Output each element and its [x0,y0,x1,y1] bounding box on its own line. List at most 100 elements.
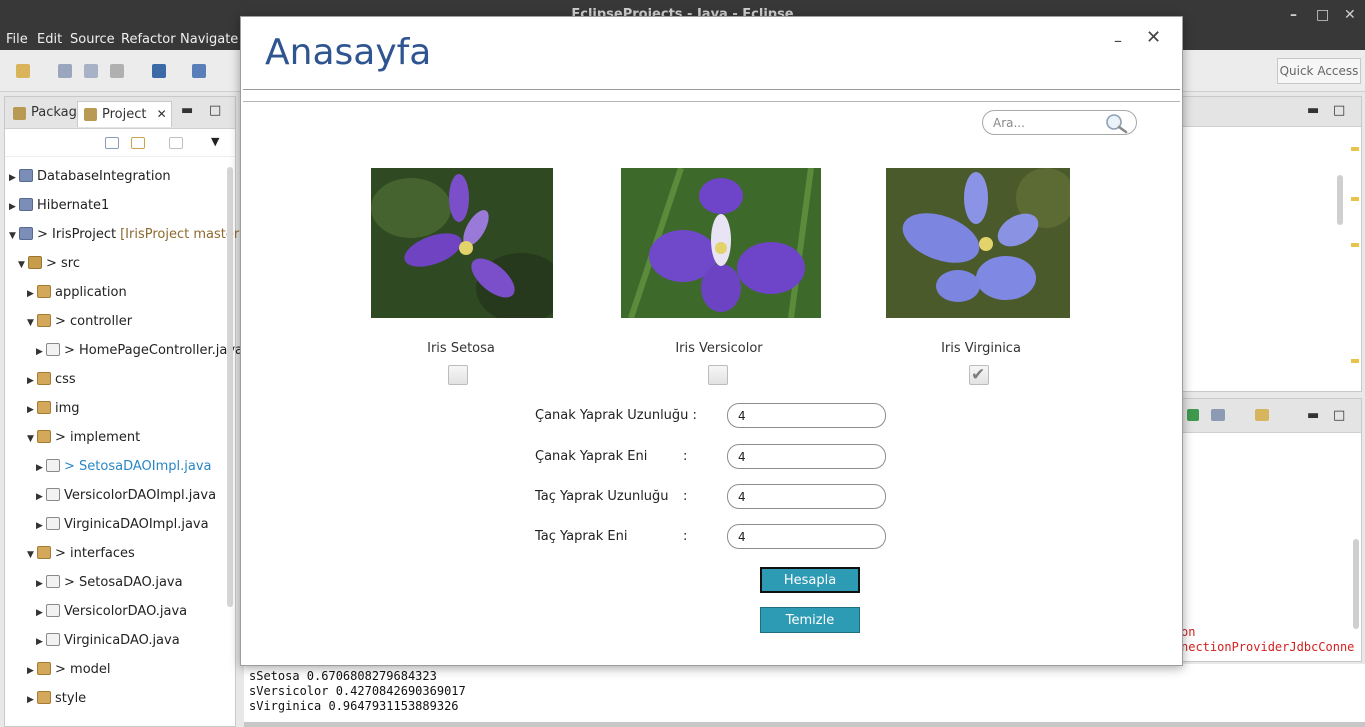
tree-item[interactable]: ▶ DatabaseIntegration [9,162,171,191]
expand-right-icon[interactable]: ▶ [36,599,46,628]
clear-button[interactable]: Temizle [760,607,860,633]
tree-item[interactable]: ▶ > HomePageController.java [36,336,243,365]
package-icon [37,372,51,385]
side-view-minimize-icon[interactable]: ▬ [1307,103,1319,118]
tree-item[interactable]: ▶ > SetosaDAO.java [36,568,183,597]
overview-marker[interactable] [1351,243,1359,247]
tab-project-explorer[interactable]: Project ✕ [77,101,172,127]
tree-item[interactable]: ▶ > model [27,655,111,684]
window-close-icon[interactable]: ✕ [1344,0,1356,30]
expand-right-icon[interactable]: ▶ [27,686,37,715]
tree-item[interactable]: ▶ VersicolorDAO.java [36,597,187,626]
link-editor-icon[interactable] [131,137,145,149]
sepal-length-input[interactable] [727,403,886,428]
overview-marker[interactable] [1351,359,1359,363]
tree-item[interactable]: ▶ VirginicaDAO.java [36,626,180,655]
expand-down-icon[interactable]: ▼ [27,425,37,454]
expand-down-icon[interactable]: ▼ [9,222,19,251]
overview-marker[interactable] [1351,197,1359,201]
quick-access-field[interactable]: Quick Access [1277,58,1361,84]
expand-down-icon[interactable]: ▼ [27,309,37,338]
tree-item[interactable]: ▶ Hibernate1 [9,191,109,220]
close-icon[interactable]: ✕ [1146,27,1161,48]
menu-navigate[interactable]: Navigate [180,32,238,47]
expand-right-icon[interactable]: ▶ [36,454,46,483]
expand-right-icon[interactable]: ▶ [27,396,37,425]
console-minimize-icon[interactable]: ▬ [1307,408,1319,423]
folder-icon [28,256,42,269]
expand-right-icon[interactable]: ▶ [36,338,46,367]
expand-right-icon[interactable]: ▶ [36,570,46,599]
console-maximize-icon[interactable]: □ [1333,408,1345,423]
window-maximize-icon[interactable]: □ [1316,0,1329,30]
versicolor-checkbox[interactable] [708,365,728,385]
sepal-width-input[interactable] [727,444,886,469]
expand-right-icon[interactable]: ▶ [27,657,37,686]
expand-right-icon[interactable]: ▶ [9,193,19,222]
search-icon[interactable] [1103,112,1129,134]
expand-right-icon[interactable]: ▶ [27,280,37,309]
tree-toolbar: ▼ [5,129,235,157]
package-icon [37,401,51,414]
setosa-checkbox[interactable] [448,365,468,385]
expand-right-icon[interactable]: ▶ [9,164,19,193]
minimize-icon[interactable]: – [1114,31,1122,50]
expand-down-icon[interactable]: ▼ [27,541,37,570]
virginica-checkbox[interactable]: ✔ [969,365,989,385]
menu-refactor[interactable]: Refactor [121,32,176,47]
tree-item[interactable]: ▶ css [27,365,76,394]
tree-item[interactable]: ▶ style [27,684,86,713]
expand-down-icon[interactable]: ▼ [18,251,28,280]
petal-width-input[interactable] [727,524,886,549]
tree-item[interactable]: ▶ VirginicaDAOImpl.java [36,510,209,539]
side-view-maximize-icon[interactable]: □ [1333,103,1345,118]
tree-item[interactable]: ▶ > SetosaDAOImpl.java [36,452,211,481]
console-pin-icon[interactable] [1187,409,1199,421]
tree-item-label: > interfaces [55,546,135,561]
calculate-button[interactable]: Hesapla [760,567,860,593]
terminal-icon[interactable] [152,64,166,78]
tree-item-label: DatabaseIntegration [37,169,171,184]
menu-file[interactable]: File [6,32,28,47]
display-console-icon[interactable] [1211,409,1225,421]
print-icon[interactable] [110,64,124,78]
tree-item-label: > model [55,662,111,677]
search-box[interactable] [982,110,1137,135]
menu-edit[interactable]: Edit [37,32,62,47]
search-input[interactable] [991,114,1101,132]
view-maximize-icon[interactable]: □ [209,103,221,118]
tree-item[interactable]: ▶ img [27,394,80,423]
expand-right-icon[interactable]: ▶ [36,483,46,512]
tree-item[interactable]: ▼ > src [18,249,80,278]
console-line: sSetosa 0.6706808279684323 [249,669,437,683]
tree-item[interactable]: ▼ > controller [27,307,132,336]
window-minimize-icon[interactable]: – [1290,0,1297,30]
collapse-all-icon[interactable] [105,137,119,149]
view-minimize-icon[interactable]: ▬ [181,103,193,118]
tree-item[interactable]: ▶ application [27,278,127,307]
tree-item[interactable]: ▼ > interfaces [27,539,135,568]
tree-item[interactable]: ▼ > IrisProject [IrisProject master] [9,220,244,249]
expand-right-icon[interactable]: ▶ [36,512,46,541]
close-tab-icon[interactable]: ✕ [157,107,167,121]
petal-length-input[interactable] [727,484,886,509]
view-menu-icon[interactable]: ▼ [211,135,219,148]
tree-item[interactable]: ▶ VersicolorDAOImpl.java [36,481,216,510]
console-scrollbar[interactable] [1353,539,1359,629]
pin-icon[interactable] [192,64,206,78]
tree-item-label: > controller [55,314,133,329]
save-all-icon[interactable] [84,64,98,78]
save-icon[interactable] [58,64,72,78]
console-side-view: ▬ □ on nectionProviderJdbcConne [1181,398,1362,662]
expand-right-icon[interactable]: ▶ [27,367,37,396]
side-view-scrollbar[interactable] [1337,175,1343,225]
menu-source[interactable]: Source [70,32,115,47]
open-console-icon[interactable] [1255,409,1269,421]
tree-scrollbar[interactable] [227,167,233,607]
expand-right-icon[interactable]: ▶ [36,628,46,657]
tab-package-explorer[interactable]: Packag [7,101,81,127]
filter-icon[interactable] [169,137,183,149]
overview-marker[interactable] [1351,147,1359,151]
new-icon[interactable] [16,64,30,78]
tree-item[interactable]: ▼ > implement [27,423,140,452]
